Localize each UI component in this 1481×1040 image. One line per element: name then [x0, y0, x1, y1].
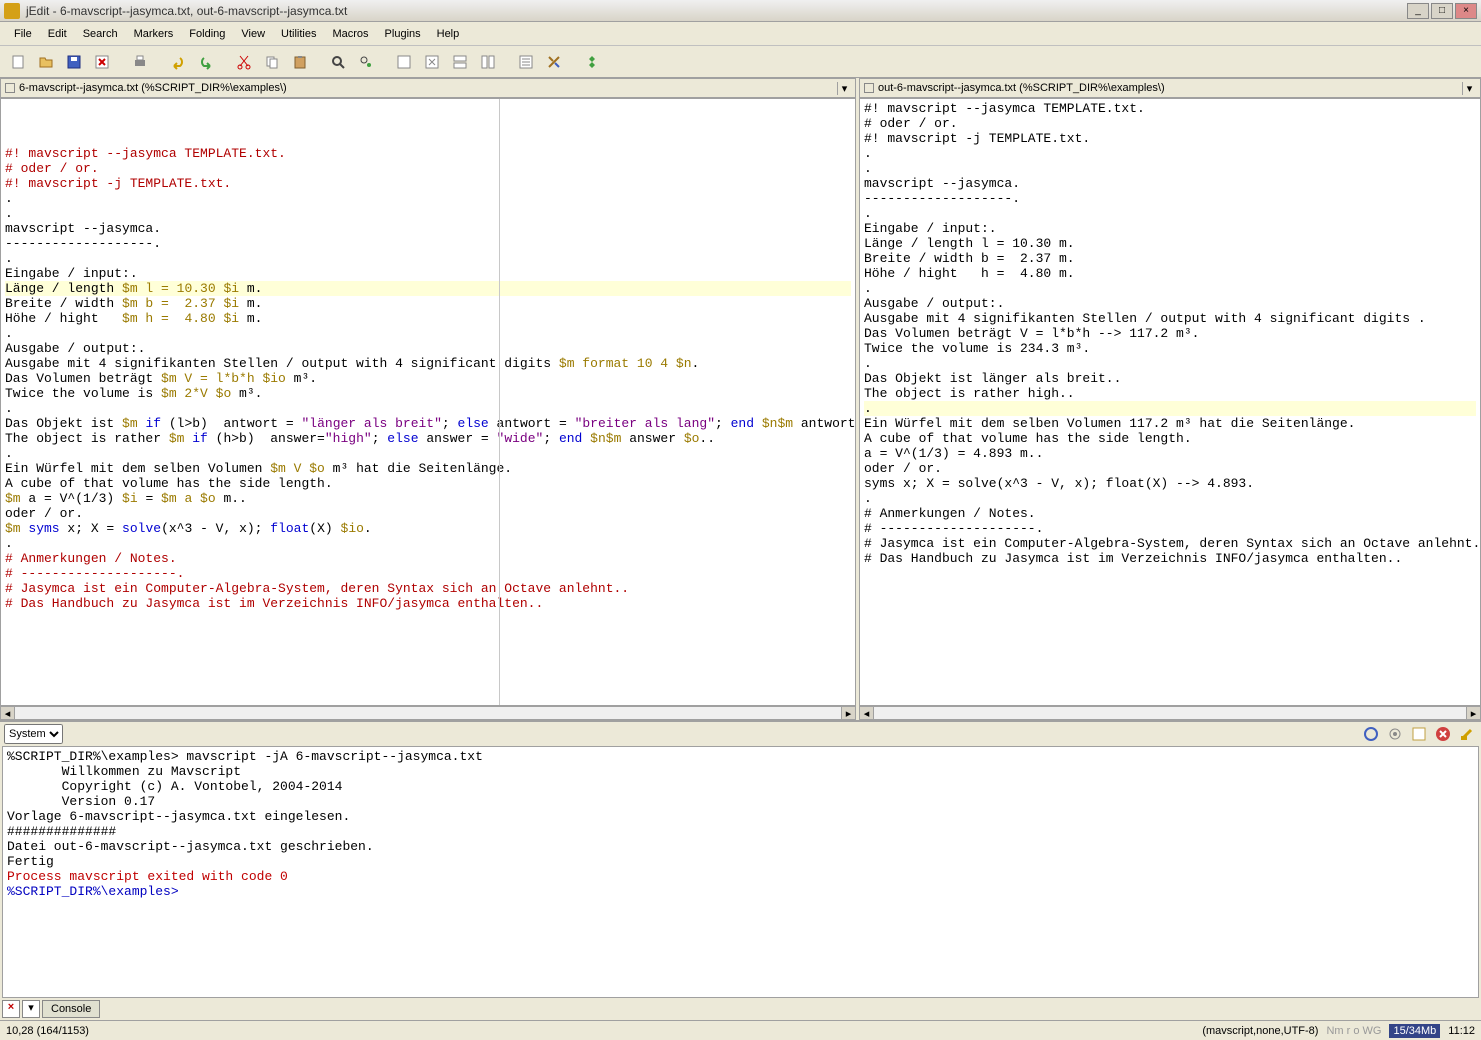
editor-pane-left: 6-mavscript--jasymca.txt (%SCRIPT_DIR%\e…	[0, 78, 859, 720]
menubar: File Edit Search Markers Folding View Ut…	[0, 22, 1481, 46]
clock-status: 11:12	[1448, 1025, 1475, 1037]
scroll-track[interactable]	[15, 707, 841, 719]
editor-split: 6-mavscript--jasymca.txt (%SCRIPT_DIR%\e…	[0, 78, 1481, 720]
text-area-left[interactable]: #! mavscript --jasymca TEMPLATE.txt.# od…	[1, 99, 855, 705]
caret-status: 10,28 (164/1153)	[6, 1025, 89, 1037]
memory-status[interactable]: 15/34Mb	[1389, 1024, 1440, 1038]
global-options-icon[interactable]	[542, 50, 566, 74]
scroll-right-arrow[interactable]: ▸	[841, 707, 855, 719]
menu-markers[interactable]: Markers	[126, 24, 182, 44]
split-vertical-icon[interactable]	[476, 50, 500, 74]
new-file-icon[interactable]	[6, 50, 30, 74]
statusbar: 10,28 (164/1153) (mavscript,none,UTF-8) …	[0, 1020, 1481, 1040]
editor-pane-right: out-6-mavscript--jasymca.txt (%SCRIPT_DI…	[859, 78, 1481, 720]
app-icon	[4, 3, 20, 19]
console-tabs: × ▾ Console	[0, 998, 1481, 1020]
console-tab[interactable]: Console	[42, 1000, 100, 1018]
console-to-buffer-icon[interactable]	[1409, 724, 1429, 744]
undo-icon[interactable]	[166, 50, 190, 74]
split-horizontal-icon[interactable]	[448, 50, 472, 74]
buffer-options-icon[interactable]	[514, 50, 538, 74]
menu-plugins[interactable]: Plugins	[377, 24, 429, 44]
hscroll-left[interactable]: ◂ ▸	[0, 706, 856, 720]
paste-icon[interactable]	[288, 50, 312, 74]
buffer-name-left: 6-mavscript--jasymca.txt (%SCRIPT_DIR%\e…	[19, 82, 837, 94]
menu-edit[interactable]: Edit	[40, 24, 75, 44]
console-settings-icon[interactable]	[1385, 724, 1405, 744]
console-close-button[interactable]: ×	[2, 1000, 20, 1018]
print-icon[interactable]	[128, 50, 152, 74]
buffer-dropdown-right[interactable]: ▾	[1462, 82, 1476, 95]
find-replace-icon[interactable]	[354, 50, 378, 74]
menu-utilities[interactable]: Utilities	[273, 24, 324, 44]
cut-icon[interactable]	[232, 50, 256, 74]
console-run-icon[interactable]	[1361, 724, 1381, 744]
console-output[interactable]: %SCRIPT_DIR%\examples> mavscript -jA 6-m…	[2, 746, 1479, 998]
close-file-icon[interactable]	[90, 50, 114, 74]
buffer-dirty-icon	[864, 83, 874, 93]
scroll-track[interactable]	[874, 707, 1466, 719]
minimize-button[interactable]: _	[1407, 3, 1429, 19]
menu-view[interactable]: View	[233, 24, 273, 44]
print-margin	[499, 99, 500, 705]
mode-status: (mavscript,none,UTF-8)	[1202, 1025, 1318, 1037]
buffer-switcher-left[interactable]: 6-mavscript--jasymca.txt (%SCRIPT_DIR%\e…	[0, 78, 856, 98]
redo-icon[interactable]	[194, 50, 218, 74]
console-dockable: System %SCRIPT_DIR%\examples> mavscript …	[0, 720, 1481, 1020]
console-menu-button[interactable]: ▾	[22, 1000, 40, 1018]
console-toolbar: System	[0, 722, 1481, 746]
flags-status: Nm r o WG	[1326, 1025, 1381, 1037]
buffer-dropdown-left[interactable]: ▾	[837, 82, 851, 95]
menu-folding[interactable]: Folding	[181, 24, 233, 44]
unsplit-icon[interactable]	[420, 50, 444, 74]
console-shell-select[interactable]: System	[4, 724, 63, 744]
new-view-icon[interactable]	[392, 50, 416, 74]
buffer-name-right: out-6-mavscript--jasymca.txt (%SCRIPT_DI…	[878, 82, 1462, 94]
scroll-right-arrow[interactable]: ▸	[1466, 707, 1480, 719]
scroll-left-arrow[interactable]: ◂	[1, 707, 15, 719]
open-file-icon[interactable]	[34, 50, 58, 74]
buffer-dirty-icon	[5, 83, 15, 93]
close-button[interactable]: ×	[1455, 3, 1477, 19]
window-title: jEdit - 6-mavscript--jasymca.txt, out-6-…	[26, 4, 1407, 18]
find-icon[interactable]	[326, 50, 350, 74]
text-area-right[interactable]: #! mavscript --jasymca TEMPLATE.txt.# od…	[860, 99, 1480, 705]
buffer-switcher-right[interactable]: out-6-mavscript--jasymca.txt (%SCRIPT_DI…	[859, 78, 1481, 98]
save-file-icon[interactable]	[62, 50, 86, 74]
hscroll-right[interactable]: ◂ ▸	[859, 706, 1481, 720]
menu-macros[interactable]: Macros	[324, 24, 376, 44]
plugin-manager-icon[interactable]	[580, 50, 604, 74]
copy-icon[interactable]	[260, 50, 284, 74]
console-stop-icon[interactable]	[1433, 724, 1453, 744]
scroll-left-arrow[interactable]: ◂	[860, 707, 874, 719]
menu-help[interactable]: Help	[429, 24, 468, 44]
maximize-button[interactable]: □	[1431, 3, 1453, 19]
menu-file[interactable]: File	[6, 24, 40, 44]
toolbar	[0, 46, 1481, 78]
window-titlebar: jEdit - 6-mavscript--jasymca.txt, out-6-…	[0, 0, 1481, 22]
console-clear-icon[interactable]	[1457, 724, 1477, 744]
menu-search[interactable]: Search	[75, 24, 126, 44]
